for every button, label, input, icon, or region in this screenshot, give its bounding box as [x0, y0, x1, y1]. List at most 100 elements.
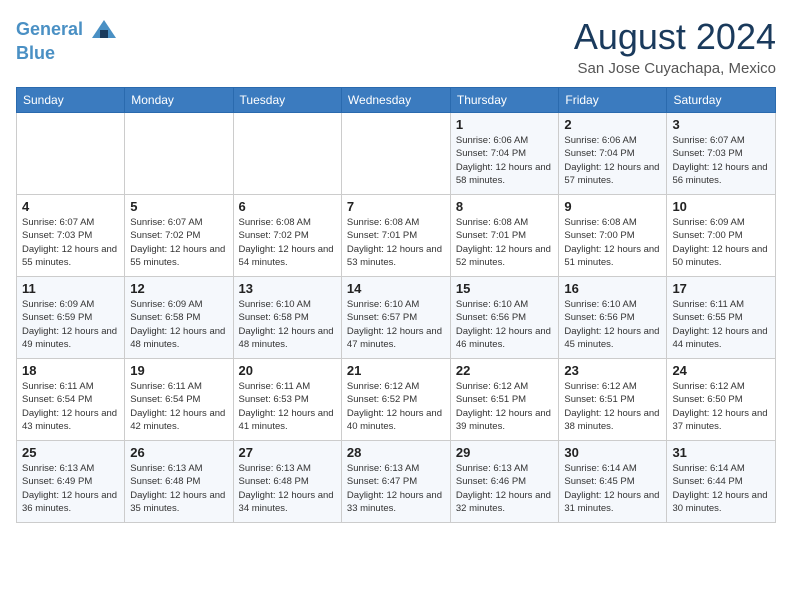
calendar-table: SundayMondayTuesdayWednesdayThursdayFrid…	[16, 87, 776, 523]
calendar-week-row: 25 Sunrise: 6:13 AMSunset: 6:49 PMDayligh…	[17, 441, 776, 523]
cell-info: Sunrise: 6:08 AMSunset: 7:01 PMDaylight:…	[347, 216, 445, 269]
calendar-cell: 17 Sunrise: 6:11 AMSunset: 6:55 PMDayligh…	[667, 277, 776, 359]
day-number: 22	[456, 363, 554, 378]
day-number: 15	[456, 281, 554, 296]
day-number: 16	[564, 281, 661, 296]
cell-info: Sunrise: 6:12 AMSunset: 6:51 PMDaylight:…	[564, 380, 661, 433]
calendar-cell: 3 Sunrise: 6:07 AMSunset: 7:03 PMDaylight…	[667, 113, 776, 195]
calendar-cell: 14 Sunrise: 6:10 AMSunset: 6:57 PMDayligh…	[341, 277, 450, 359]
calendar-cell: 7 Sunrise: 6:08 AMSunset: 7:01 PMDaylight…	[341, 195, 450, 277]
cell-info: Sunrise: 6:11 AMSunset: 6:53 PMDaylight:…	[239, 380, 336, 433]
calendar-cell: 26 Sunrise: 6:13 AMSunset: 6:48 PMDayligh…	[125, 441, 233, 523]
cell-info: Sunrise: 6:07 AMSunset: 7:02 PMDaylight:…	[130, 216, 227, 269]
day-number: 26	[130, 445, 227, 460]
calendar-cell: 28 Sunrise: 6:13 AMSunset: 6:47 PMDayligh…	[341, 441, 450, 523]
logo-text: General	[16, 16, 118, 44]
cell-info: Sunrise: 6:10 AMSunset: 6:56 PMDaylight:…	[564, 298, 661, 351]
logo: General Blue	[16, 16, 118, 64]
logo-blue: Blue	[16, 44, 118, 64]
cell-info: Sunrise: 6:13 AMSunset: 6:47 PMDaylight:…	[347, 462, 445, 515]
day-number: 25	[22, 445, 119, 460]
cell-info: Sunrise: 6:13 AMSunset: 6:48 PMDaylight:…	[239, 462, 336, 515]
calendar-cell: 24Sunrise: 6:12 AMSunset: 6:50 PMDayligh…	[667, 359, 776, 441]
calendar-week-row: 18 Sunrise: 6:11 AMSunset: 6:54 PMDayligh…	[17, 359, 776, 441]
day-number: 28	[347, 445, 445, 460]
calendar-cell	[341, 113, 450, 195]
calendar-cell: 16 Sunrise: 6:10 AMSunset: 6:56 PMDayligh…	[559, 277, 667, 359]
calendar-cell: 4 Sunrise: 6:07 AMSunset: 7:03 PMDaylight…	[17, 195, 125, 277]
calendar-cell	[125, 113, 233, 195]
calendar-cell: 10Sunrise: 6:09 AMSunset: 7:00 PMDayligh…	[667, 195, 776, 277]
day-number: 30	[564, 445, 661, 460]
day-number: 3	[672, 117, 770, 132]
day-number: 27	[239, 445, 336, 460]
calendar-cell: 27 Sunrise: 6:13 AMSunset: 6:48 PMDayligh…	[233, 441, 341, 523]
calendar-cell: 20 Sunrise: 6:11 AMSunset: 6:53 PMDayligh…	[233, 359, 341, 441]
calendar-cell: 23 Sunrise: 6:12 AMSunset: 6:51 PMDayligh…	[559, 359, 667, 441]
calendar-week-row: 11 Sunrise: 6:09 AMSunset: 6:59 PMDayligh…	[17, 277, 776, 359]
day-number: 7	[347, 199, 445, 214]
calendar-cell: 15 Sunrise: 6:10 AMSunset: 6:56 PMDayligh…	[450, 277, 559, 359]
calendar-cell: 31 Sunrise: 6:14 AMSunset: 6:44 PMDayligh…	[667, 441, 776, 523]
cell-info: Sunrise: 6:06 AMSunset: 7:04 PMDaylight:…	[456, 134, 554, 187]
day-number: 12	[130, 281, 227, 296]
cell-info: Sunrise: 6:09 AMSunset: 6:58 PMDaylight:…	[130, 298, 227, 351]
cell-info: Sunrise: 6:11 AMSunset: 6:54 PMDaylight:…	[22, 380, 119, 433]
calendar-cell: 18 Sunrise: 6:11 AMSunset: 6:54 PMDayligh…	[17, 359, 125, 441]
calendar-cell: 6Sunrise: 6:08 AMSunset: 7:02 PMDaylight…	[233, 195, 341, 277]
calendar-cell: 1Sunrise: 6:06 AMSunset: 7:04 PMDaylight…	[450, 113, 559, 195]
calendar-week-row: 4 Sunrise: 6:07 AMSunset: 7:03 PMDaylight…	[17, 195, 776, 277]
day-number: 19	[130, 363, 227, 378]
day-number: 31	[672, 445, 770, 460]
header-tuesday: Tuesday	[233, 88, 341, 113]
header-saturday: Saturday	[667, 88, 776, 113]
calendar-cell: 25 Sunrise: 6:13 AMSunset: 6:49 PMDayligh…	[17, 441, 125, 523]
calendar-cell: 21Sunrise: 6:12 AMSunset: 6:52 PMDayligh…	[341, 359, 450, 441]
calendar-cell: 13Sunrise: 6:10 AMSunset: 6:58 PMDayligh…	[233, 277, 341, 359]
cell-info: Sunrise: 6:09 AMSunset: 7:00 PMDaylight:…	[672, 216, 770, 269]
cell-info: Sunrise: 6:07 AMSunset: 7:03 PMDaylight:…	[672, 134, 770, 187]
page-header: General Blue August 2024 San Jose Cuyach…	[16, 16, 776, 77]
cell-info: Sunrise: 6:11 AMSunset: 6:54 PMDaylight:…	[130, 380, 227, 433]
day-number: 4	[22, 199, 119, 214]
day-number: 20	[239, 363, 336, 378]
day-number: 29	[456, 445, 554, 460]
day-number: 6	[239, 199, 336, 214]
day-number: 11	[22, 281, 119, 296]
cell-info: Sunrise: 6:10 AMSunset: 6:57 PMDaylight:…	[347, 298, 445, 351]
cell-info: Sunrise: 6:14 AMSunset: 6:45 PMDaylight:…	[564, 462, 661, 515]
cell-info: Sunrise: 6:09 AMSunset: 6:59 PMDaylight:…	[22, 298, 119, 351]
calendar-cell: 30 Sunrise: 6:14 AMSunset: 6:45 PMDayligh…	[559, 441, 667, 523]
cell-info: Sunrise: 6:07 AMSunset: 7:03 PMDaylight:…	[22, 216, 119, 269]
day-number: 17	[672, 281, 770, 296]
day-number: 24	[672, 363, 770, 378]
cell-info: Sunrise: 6:13 AMSunset: 6:49 PMDaylight:…	[22, 462, 119, 515]
day-number: 14	[347, 281, 445, 296]
calendar-cell: 11 Sunrise: 6:09 AMSunset: 6:59 PMDayligh…	[17, 277, 125, 359]
day-number: 18	[22, 363, 119, 378]
header-sunday: Sunday	[17, 88, 125, 113]
calendar-cell: 19 Sunrise: 6:11 AMSunset: 6:54 PMDayligh…	[125, 359, 233, 441]
calendar-cell: 9 Sunrise: 6:08 AMSunset: 7:00 PMDaylight…	[559, 195, 667, 277]
cell-info: Sunrise: 6:11 AMSunset: 6:55 PMDaylight:…	[672, 298, 770, 351]
cell-info: Sunrise: 6:08 AMSunset: 7:01 PMDaylight:…	[456, 216, 554, 269]
cell-info: Sunrise: 6:10 AMSunset: 6:56 PMDaylight:…	[456, 298, 554, 351]
day-number: 5	[130, 199, 227, 214]
cell-info: Sunrise: 6:12 AMSunset: 6:51 PMDaylight:…	[456, 380, 554, 433]
day-number: 9	[564, 199, 661, 214]
header-wednesday: Wednesday	[341, 88, 450, 113]
day-number: 23	[564, 363, 661, 378]
day-number: 2	[564, 117, 661, 132]
cell-info: Sunrise: 6:13 AMSunset: 6:48 PMDaylight:…	[130, 462, 227, 515]
calendar-cell: 12 Sunrise: 6:09 AMSunset: 6:58 PMDayligh…	[125, 277, 233, 359]
cell-info: Sunrise: 6:08 AMSunset: 7:00 PMDaylight:…	[564, 216, 661, 269]
cell-info: Sunrise: 6:13 AMSunset: 6:46 PMDaylight:…	[456, 462, 554, 515]
cell-info: Sunrise: 6:06 AMSunset: 7:04 PMDaylight:…	[564, 134, 661, 187]
header-monday: Monday	[125, 88, 233, 113]
header-thursday: Thursday	[450, 88, 559, 113]
cell-info: Sunrise: 6:14 AMSunset: 6:44 PMDaylight:…	[672, 462, 770, 515]
calendar-cell	[17, 113, 125, 195]
calendar-week-row: 1Sunrise: 6:06 AMSunset: 7:04 PMDaylight…	[17, 113, 776, 195]
day-number: 8	[456, 199, 554, 214]
cell-info: Sunrise: 6:10 AMSunset: 6:58 PMDaylight:…	[239, 298, 336, 351]
